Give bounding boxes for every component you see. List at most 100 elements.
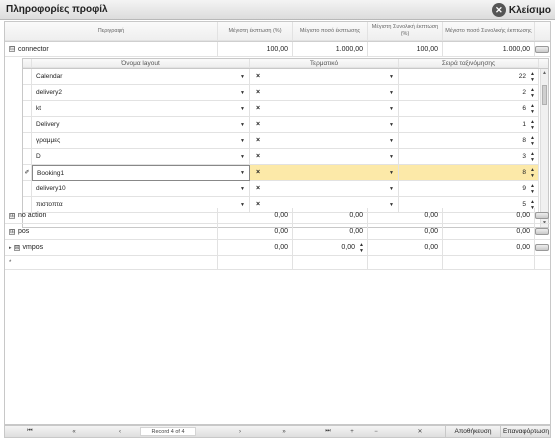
detail-row[interactable]: Calendar ▼ × ▼ 22 ▲ ▼ — [23, 69, 539, 85]
reload-button[interactable]: Επαναφόρτωση — [500, 426, 551, 437]
col-header-terminal[interactable]: Τερματικό — [250, 59, 399, 68]
row-max-total-discount-pct[interactable]: 0,00 — [368, 208, 443, 224]
detail-row[interactable]: kt ▼ × ▼ 6 ▲ ▼ — [23, 101, 539, 117]
spin-buttons-icon[interactable]: ▲ ▼ — [530, 87, 535, 99]
expand-icon[interactable]: ⊞ — [9, 212, 15, 219]
row-max-total-discount-amount[interactable]: 0,00 — [443, 208, 535, 224]
dropdown-arrow-icon[interactable]: ▼ — [389, 74, 394, 80]
save-button[interactable]: Αποθήκευση — [445, 426, 500, 437]
add-record-icon[interactable]: + — [341, 426, 363, 437]
table-row-vmpos[interactable]: ▸ ⊞ vmpos 0,00 0,00 ▲ ▼ 0,00 0,00 — [5, 240, 550, 256]
row-max-discount-pct[interactable]: 0,00 — [218, 208, 293, 224]
row-max-discount-amount[interactable]: 1.000,00 — [293, 42, 368, 57]
detail-row[interactable]: D ▼ × ▼ 3 ▲ ▼ — [23, 149, 539, 165]
dropdown-arrow-icon[interactable]: ▼ — [389, 154, 394, 160]
row-max-total-discount-amount[interactable]: 0,00 — [443, 240, 535, 256]
new-row[interactable]: * — [5, 256, 550, 270]
spin-buttons-icon[interactable]: ▲ ▼ — [359, 242, 364, 254]
clear-icon[interactable]: × — [250, 153, 260, 160]
expand-icon[interactable]: ⊞ — [13, 244, 20, 251]
ellipsis-button[interactable] — [535, 228, 549, 235]
spin-buttons-icon[interactable]: ▲ ▼ — [530, 151, 535, 163]
dropdown-arrow-icon[interactable]: ▼ — [389, 186, 394, 192]
detail-row[interactable]: delivery2 ▼ × ▼ 2 ▲ ▼ — [23, 85, 539, 101]
cancel-edit-icon[interactable]: ✕ — [405, 426, 435, 437]
sort-order-value: 5 — [522, 201, 526, 208]
dropdown-arrow-icon[interactable]: ▼ — [389, 170, 394, 176]
ellipsis-button[interactable] — [535, 212, 549, 219]
dropdown-arrow-icon[interactable]: ▼ — [240, 90, 245, 96]
row-max-discount-amount[interactable]: 0,00 — [293, 208, 368, 224]
col-header-max-total-discount-amount[interactable]: Μέγιστο ποσό Συνολικής έκπτωσης — [443, 22, 535, 41]
collapse-icon[interactable]: ⊟ — [9, 46, 15, 52]
col-header-description[interactable]: Περιγραφή — [5, 22, 218, 41]
row-max-discount-amount[interactable]: 0,00 — [293, 224, 368, 240]
dropdown-arrow-icon[interactable]: ▼ — [240, 186, 245, 192]
clear-icon[interactable]: × — [250, 169, 260, 176]
scroll-up-icon[interactable]: ▲ — [541, 70, 548, 76]
row-max-total-discount-pct[interactable]: 0,00 — [368, 224, 443, 240]
table-row-connector[interactable]: ⊟ connector 100,00 1.000,00 100,00 1.000… — [5, 42, 550, 57]
row-max-discount-pct[interactable]: 0,00 — [218, 240, 293, 256]
spin-buttons-icon[interactable]: ▲ ▼ — [530, 167, 535, 179]
dropdown-arrow-icon[interactable]: ▼ — [240, 154, 245, 160]
dropdown-arrow-icon[interactable]: ▼ — [389, 138, 394, 144]
first-record-icon[interactable]: ⏮ — [13, 426, 47, 437]
scrollbar-thumb[interactable] — [542, 85, 547, 105]
clear-icon[interactable]: × — [250, 89, 260, 96]
dropdown-arrow-icon[interactable]: ▼ — [240, 122, 245, 128]
row-max-total-discount-pct[interactable]: 100,00 — [368, 42, 443, 57]
clear-icon[interactable]: × — [250, 105, 260, 112]
spin-buttons-icon[interactable]: ▲ ▼ — [530, 183, 535, 195]
detail-row[interactable]: delivery10 ▼ × ▼ 9 ▲ ▼ — [23, 181, 539, 197]
next-page-icon[interactable]: » — [267, 426, 301, 437]
clear-icon[interactable]: × — [250, 137, 260, 144]
detail-row[interactable]: γραμμες ▼ × ▼ 8 ▲ ▼ — [23, 133, 539, 149]
detail-row[interactable]: Delivery ▼ × ▼ 1 ▲ ▼ — [23, 117, 539, 133]
ellipsis-button[interactable] — [535, 46, 549, 53]
previous-page-icon[interactable]: « — [57, 426, 91, 437]
detail-row-selected[interactable]: ✐ Booking1 ▼ × ▼ 8 ▲ ▼ — [23, 165, 539, 181]
dropdown-arrow-icon[interactable]: ▼ — [240, 170, 245, 176]
dropdown-arrow-icon[interactable]: ▼ — [240, 74, 245, 80]
dropdown-arrow-icon[interactable]: ▼ — [389, 122, 394, 128]
dropdown-arrow-icon[interactable]: ▼ — [389, 106, 394, 112]
previous-record-icon[interactable]: ‹ — [103, 426, 137, 437]
last-record-icon[interactable]: ⏭ — [311, 426, 345, 437]
close-button[interactable]: ✕ Κλείσιμο — [491, 2, 551, 18]
spin-buttons-icon[interactable]: ▲ ▼ — [530, 135, 535, 147]
col-header-max-discount-pct[interactable]: Μέγιστη έκπτωση (%) — [218, 22, 293, 41]
clear-icon[interactable]: × — [250, 73, 260, 80]
dropdown-arrow-icon[interactable]: ▼ — [389, 202, 394, 208]
spin-buttons-icon[interactable]: ▲ ▼ — [530, 103, 535, 115]
table-row-pos[interactable]: ⊞ pos 0,00 0,00 0,00 0,00 — [5, 224, 550, 240]
clear-icon[interactable]: × — [250, 185, 260, 192]
next-record-icon[interactable]: › — [223, 426, 257, 437]
col-header-max-discount-amount[interactable]: Μέγιστο ποσό έκπτωσης — [293, 22, 368, 41]
dropdown-arrow-icon[interactable]: ▼ — [240, 202, 245, 208]
delete-record-icon[interactable]: − — [365, 426, 387, 437]
clear-icon[interactable]: × — [250, 201, 260, 208]
row-max-total-discount-amount[interactable]: 0,00 — [443, 224, 535, 240]
row-max-total-discount-pct[interactable]: 0,00 — [368, 240, 443, 256]
grid-header: Περιγραφή Μέγιστη έκπτωση (%) Μέγιστο πο… — [5, 22, 550, 42]
table-row-no-action[interactable]: ⊞ no action 0,00 0,00 0,00 0,00 — [5, 208, 550, 224]
window-title: Πληροφορίες προφίλ — [6, 4, 108, 15]
clear-icon[interactable]: × — [250, 121, 260, 128]
row-description: vmpos — [22, 244, 44, 251]
expand-icon[interactable]: ⊞ — [9, 228, 15, 235]
dropdown-arrow-icon[interactable]: ▼ — [240, 138, 245, 144]
layout-name: delivery2 — [36, 89, 63, 96]
detail-vertical-scrollbar[interactable]: ▲ ▼ — [540, 69, 548, 227]
row-max-total-discount-amount[interactable]: 1.000,00 — [443, 42, 535, 57]
dropdown-arrow-icon[interactable]: ▼ — [389, 90, 394, 96]
spin-buttons-icon[interactable]: ▲ ▼ — [530, 71, 535, 83]
row-max-discount-pct[interactable]: 0,00 — [218, 224, 293, 240]
dropdown-arrow-icon[interactable]: ▼ — [240, 106, 245, 112]
col-header-sort-order[interactable]: Σειρά ταξινόμησης — [399, 59, 539, 68]
col-header-layout-name[interactable]: Όνομα layout — [32, 59, 250, 68]
col-header-max-total-discount-pct[interactable]: Μέγιστη Συνολική έκπτωση (%) — [368, 22, 443, 41]
ellipsis-button[interactable] — [535, 244, 549, 251]
row-max-discount-pct[interactable]: 100,00 — [218, 42, 293, 57]
spin-buttons-icon[interactable]: ▲ ▼ — [530, 119, 535, 131]
